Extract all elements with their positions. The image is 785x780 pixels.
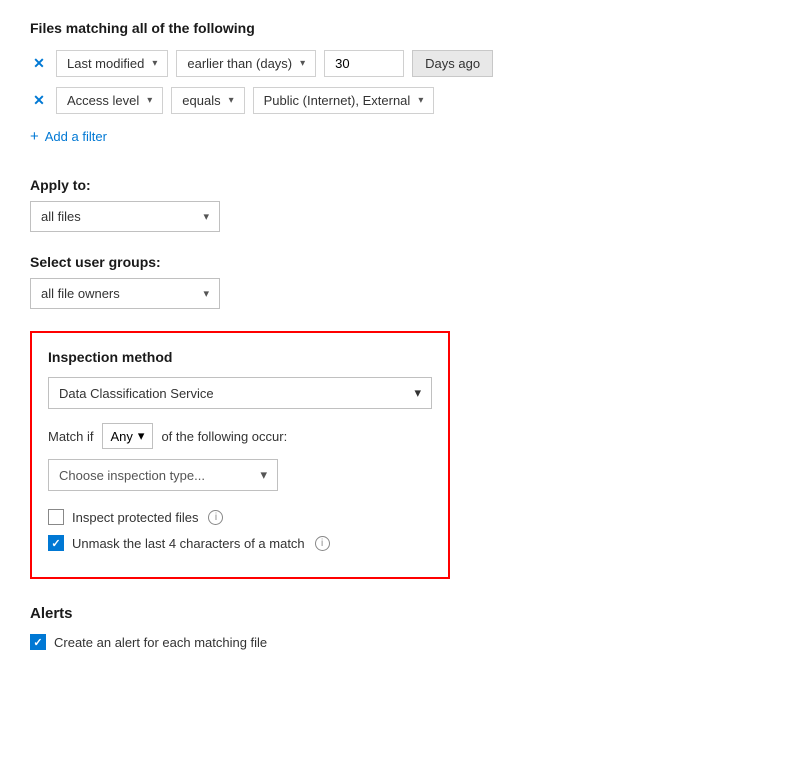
match-if-dropdown[interactable]: Any ▾ <box>102 423 154 449</box>
chevron-down-icon: ▾ <box>300 58 305 69</box>
chevron-down-icon: ▾ <box>203 287 209 300</box>
apply-to-dropdown[interactable]: all files ▾ <box>30 201 220 232</box>
filter-2-field-dropdown[interactable]: Access level ▾ <box>56 87 163 114</box>
user-groups-section: Select user groups: all file owners ▾ <box>30 254 755 309</box>
info-icon: i <box>315 536 330 551</box>
inspection-type-dropdown[interactable]: Choose inspection type... ▾ <box>48 459 278 491</box>
match-if-label: Match if <box>48 429 94 444</box>
match-if-value: Any <box>111 429 133 444</box>
inspect-protected-row: Inspect protected files i <box>48 509 432 525</box>
page-header: Files matching all of the following <box>30 20 755 36</box>
user-groups-label: Select user groups: <box>30 254 755 270</box>
filter-2-operator-label: equals <box>182 93 220 108</box>
match-if-suffix: of the following occur: <box>161 429 287 444</box>
apply-to-value: all files <box>41 209 81 224</box>
chevron-down-icon: ▾ <box>229 95 234 106</box>
filter-2-value-label: Public (Internet), External <box>264 93 411 108</box>
filter-2-value-dropdown[interactable]: Public (Internet), External ▾ <box>253 87 435 114</box>
inspection-method-title: Inspection method <box>48 349 432 365</box>
alerts-checkbox[interactable] <box>30 634 46 650</box>
alerts-title: Alerts <box>30 605 755 622</box>
filter-2-operator-dropdown[interactable]: equals ▾ <box>171 87 244 114</box>
remove-filter-2-button[interactable]: ✕ <box>30 92 48 109</box>
unmask-last-label: Unmask the last 4 characters of a match <box>72 536 305 551</box>
inspection-method-dropdown[interactable]: Data Classification Service ▾ <box>48 377 432 409</box>
unmask-last-checkbox[interactable] <box>48 535 64 551</box>
add-filter-button[interactable]: + Add a filter <box>30 124 107 149</box>
plus-icon: + <box>30 128 39 145</box>
chevron-down-icon: ▾ <box>260 467 267 483</box>
user-groups-dropdown[interactable]: all file owners ▾ <box>30 278 220 309</box>
filter-1-field-dropdown[interactable]: Last modified ▾ <box>56 50 168 77</box>
inspection-method-section: Inspection method Data Classification Se… <box>30 331 450 579</box>
chevron-down-icon: ▾ <box>147 95 152 106</box>
remove-filter-1-button[interactable]: ✕ <box>30 55 48 72</box>
match-if-row: Match if Any ▾ of the following occur: <box>48 423 432 449</box>
filter-1-value-input[interactable] <box>324 50 404 77</box>
unmask-last-row: Unmask the last 4 characters of a match … <box>48 535 432 551</box>
apply-to-section: Apply to: all files ▾ <box>30 177 755 232</box>
inspection-type-placeholder: Choose inspection type... <box>59 468 205 483</box>
alerts-checkbox-row: Create an alert for each matching file <box>30 634 755 650</box>
alerts-checkbox-label: Create an alert for each matching file <box>54 635 267 650</box>
alerts-section: Alerts Create an alert for each matching… <box>30 605 755 650</box>
chevron-down-icon: ▾ <box>152 58 157 69</box>
filter-2-field-label: Access level <box>67 93 139 108</box>
chevron-down-icon: ▾ <box>418 95 423 106</box>
chevron-down-icon: ▾ <box>414 385 421 401</box>
filter-row-1: ✕ Last modified ▾ earlier than (days) ▾ … <box>30 50 755 77</box>
filter-1-suffix-label: Days ago <box>412 50 493 77</box>
inspect-protected-checkbox[interactable] <box>48 509 64 525</box>
filter-1-operator-label: earlier than (days) <box>187 56 292 71</box>
chevron-down-icon: ▾ <box>203 210 209 223</box>
apply-to-label: Apply to: <box>30 177 755 193</box>
files-matching-title: Files matching all of the following <box>30 20 755 36</box>
inspection-method-value: Data Classification Service <box>59 386 214 401</box>
filter-row-2: ✕ Access level ▾ equals ▾ Public (Intern… <box>30 87 755 114</box>
add-filter-label: Add a filter <box>45 129 107 144</box>
filter-1-field-label: Last modified <box>67 56 144 71</box>
filter-1-operator-dropdown[interactable]: earlier than (days) ▾ <box>176 50 316 77</box>
user-groups-value: all file owners <box>41 286 120 301</box>
chevron-down-icon: ▾ <box>138 428 145 444</box>
info-icon: i <box>208 510 223 525</box>
inspect-protected-label: Inspect protected files <box>72 510 198 525</box>
